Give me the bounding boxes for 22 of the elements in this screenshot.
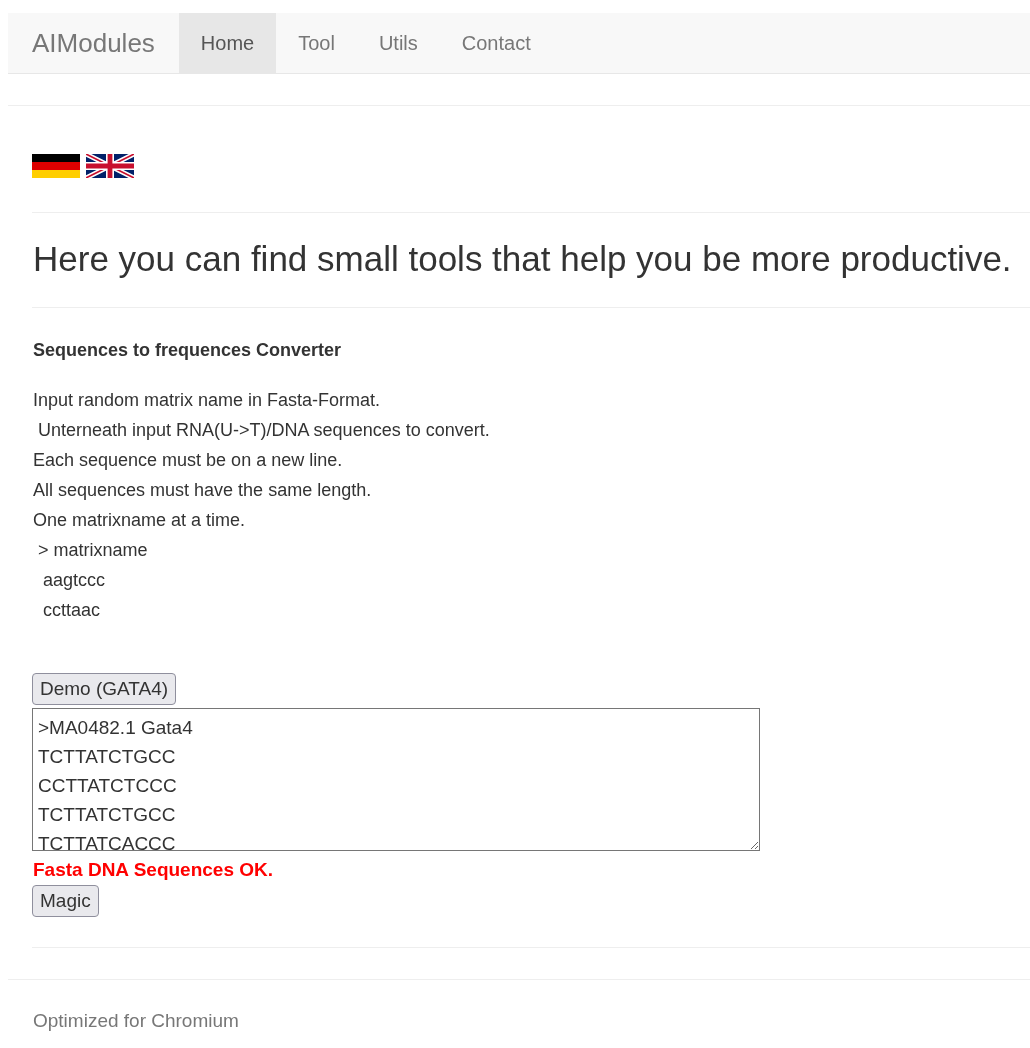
brand-logo[interactable]: AIModules <box>8 13 179 73</box>
magic-button[interactable]: Magic <box>32 885 99 917</box>
footer-text: Optimized for Chromium <box>32 1009 240 1032</box>
instruction-text: Unterneath input RNA(U->T)/DNA sequences to convert. <box>37 419 491 442</box>
nav-link[interactable]: Tool <box>276 13 357 73</box>
nav-link[interactable]: Contact <box>439 13 553 73</box>
sequence-input-field[interactable]: >MA0482.1 Gata4 TCTTATCTGCC CCTTATCTCCC TCTTATCTGCC TCTTATCACCC <box>32 708 760 851</box>
instruction-text: ccttaac <box>42 599 102 622</box>
instruction-text: > matrixname <box>37 539 149 562</box>
german-flag-icon[interactable] <box>32 154 80 178</box>
tool-title: Sequences to frequences Converter <box>32 339 343 362</box>
nav-link[interactable]: Home <box>178 13 277 73</box>
instruction-text: aagtccc <box>42 569 107 592</box>
nav-link[interactable]: Utils <box>356 13 440 73</box>
instruction-text: One matrixname at a time. <box>33 509 247 532</box>
instruction-text: All sequences must have the same length. <box>33 479 373 502</box>
instruction-text: Input random matrix name in Fasta-Format. <box>33 389 382 412</box>
demo-button[interactable]: Demo (GATA4) <box>32 673 177 705</box>
instruction-text: Each sequence must be on a new line. <box>33 449 344 472</box>
british-flag-icon[interactable] <box>86 154 134 178</box>
status-message: Fasta DNA Sequences OK. <box>33 859 275 881</box>
page-heading: Here you can find small tools that help you be more productive. <box>32 238 1013 280</box>
